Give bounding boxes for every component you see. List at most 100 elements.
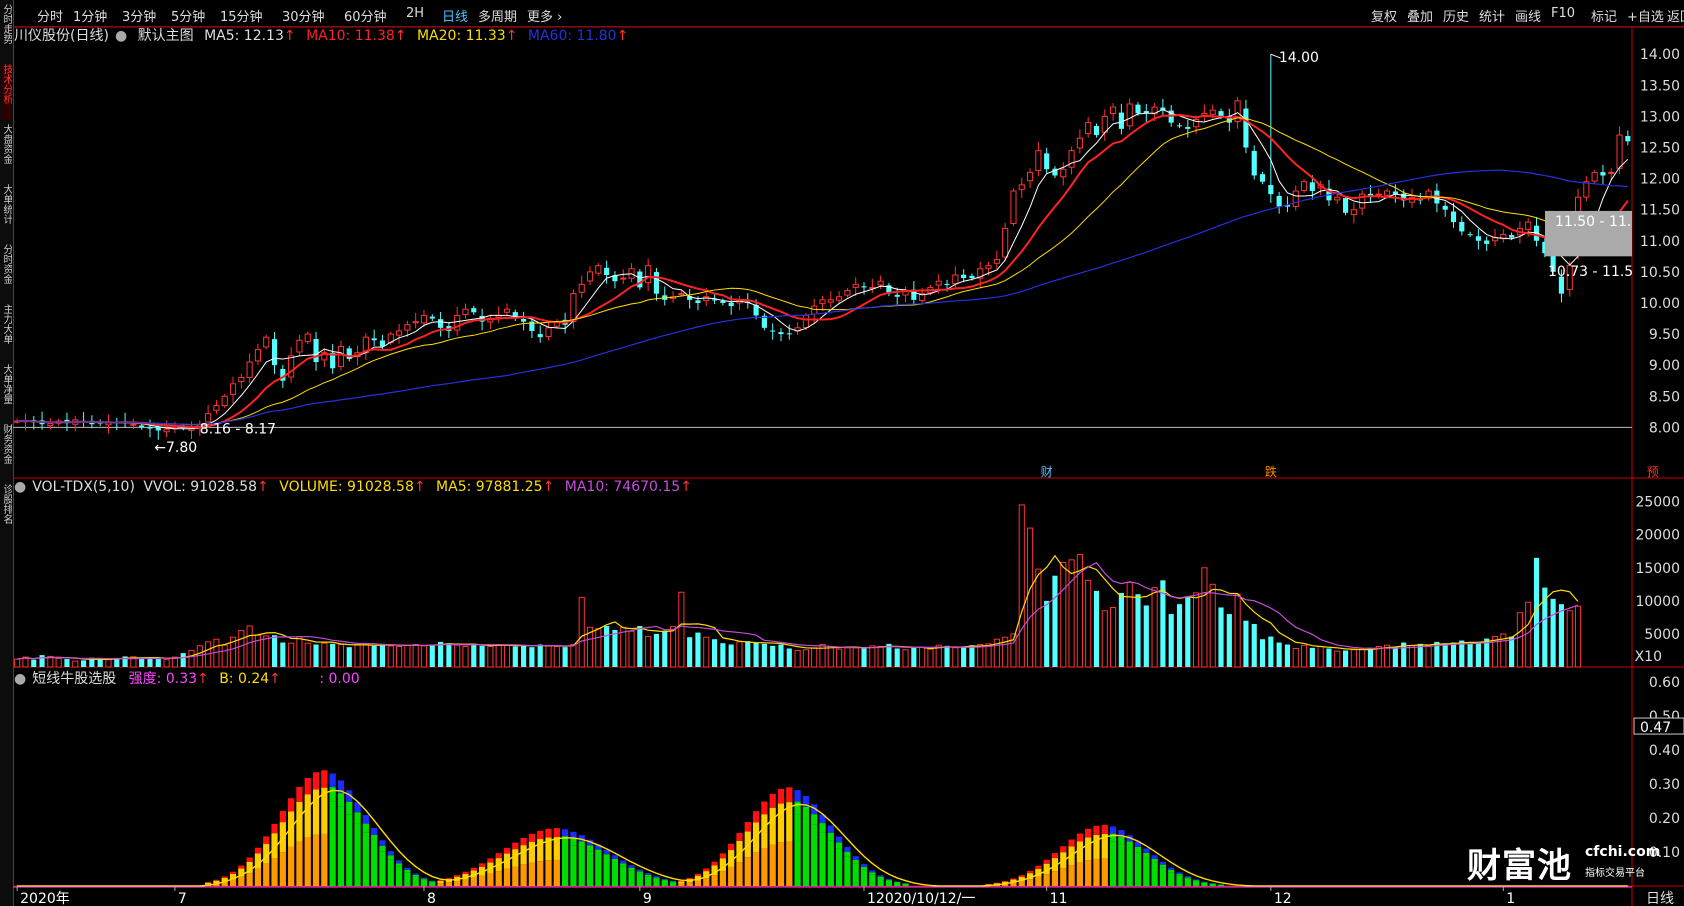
candle-up [337,346,345,367]
volume-bar [31,659,37,667]
candle-down [1185,126,1191,129]
strength-bar [661,880,668,886]
strength-bar [769,807,776,845]
volume-bar [362,643,369,668]
ind-tick-label: 0.40 [1649,743,1680,759]
date-label: 11 [1050,891,1068,906]
strength-bar [835,848,843,886]
strength-bar [1093,834,1100,859]
volume-bar [454,644,461,668]
strength-bar [1168,869,1175,873]
strength-bar [312,834,320,886]
candle-down [371,338,377,341]
candle-up [1608,171,1615,174]
candle-up [935,280,942,286]
strength-bar [877,876,884,878]
strength-bar [1085,828,1092,838]
volume-bar [330,643,336,667]
strength-bar [1093,825,1100,835]
strength-bar [860,864,868,867]
strength-bar [645,876,652,886]
volume-bar [961,646,967,667]
candle-up [1085,122,1092,135]
volume-bar [811,647,818,668]
strength-bar [395,863,403,867]
volume-bar [1574,605,1582,668]
volume-bar [1300,644,1308,668]
strength-bar [437,880,444,884]
strength-bar [1184,878,1191,886]
candle-up [213,405,220,411]
strength-bar [885,879,893,881]
strength-bar [636,871,643,874]
strength-bar [379,845,386,852]
strength-bar [1109,826,1117,834]
volume-bar [852,647,859,668]
strength-bar [1109,841,1117,886]
volume-bar [977,644,984,668]
volume-bar [271,635,278,667]
strength-bar [296,801,303,842]
strength-bar [329,773,336,788]
volume-bar [1052,575,1058,667]
strength-bar [1168,867,1175,870]
volume-bar [877,645,884,668]
strength-bar [586,845,594,852]
strength-bar [1176,875,1183,886]
strength-bar [794,814,801,886]
strength-bar [429,880,436,882]
strength-bar [1043,859,1050,864]
volume-bar [304,642,311,668]
candle-up [836,296,843,301]
candle-up [678,293,685,296]
strength-bar [528,841,536,863]
strength-bar [420,877,428,879]
strength-bar [1201,882,1208,886]
strength-bar [686,882,693,886]
volume-bar [529,647,535,667]
volume-bar [562,647,568,667]
strength-bar [877,875,884,877]
candle-down [1135,104,1141,114]
strength-bar [1101,858,1108,886]
strength-bar [669,882,677,886]
candle-up [802,314,809,328]
candle-down [139,425,145,428]
volume-bar [802,649,809,668]
strength-bar [1217,884,1225,886]
y-tick-label: 10.50 [1640,265,1680,281]
volume-bar [404,644,411,668]
volume-bar [1118,592,1124,667]
volume-bar [1168,614,1174,667]
chart-canvas[interactable]: 14.00 13.50 13.00 12.50 12.00 11.50 11.00 10.50… [0,0,1684,906]
strength-bar [562,829,569,837]
strength-bar [894,881,901,883]
strength-bar [653,878,660,886]
candle-down [604,267,610,275]
strength-bar [528,862,536,886]
strength-bar [794,790,801,802]
candle-up [1583,181,1590,198]
strength-bar [595,854,602,886]
candle-up [645,265,652,284]
volume-bar [645,636,652,668]
candle-up [1375,193,1382,196]
candle-up [877,280,884,286]
strength-bar [611,855,619,859]
candle-up [254,349,261,362]
volume-bar [1226,614,1232,667]
date-label: 8 [427,891,436,906]
candle-up [1010,190,1017,224]
current-value-label: 0.47 [1640,720,1671,736]
volume-bar [438,641,444,667]
strength-bar [819,832,826,886]
candle-down [438,319,444,328]
strength-bar [404,867,411,870]
candle-up [570,293,577,323]
strength-bar [827,840,834,886]
strength-bar [429,881,436,882]
candle-down [637,271,643,288]
strength-bar [204,882,212,883]
strength-bar [1002,880,1009,882]
volume-bar [604,625,610,667]
